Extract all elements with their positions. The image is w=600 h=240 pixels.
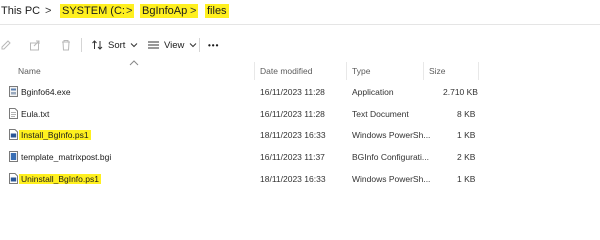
trash-icon xyxy=(62,40,70,51)
sort-icon xyxy=(92,40,103,50)
file-row[interactable]: Install_BgInfo.ps1 18/11/2023 16:33 Wind… xyxy=(0,125,600,145)
column-header-type[interactable]: Type xyxy=(352,66,370,76)
breadcrumb-separator[interactable]: > xyxy=(124,4,135,18)
bgi-file-icon xyxy=(9,151,18,162)
breadcrumb-this-pc[interactable]: This PC xyxy=(1,4,40,18)
breadcrumb-separator[interactable]: > xyxy=(188,4,199,18)
powershell-file-icon xyxy=(9,129,18,140)
file-row[interactable]: Uninstall_BgInfo.ps1 18/11/2023 16:33 Wi… xyxy=(0,169,600,189)
toolbar-separator xyxy=(199,38,200,52)
view-button[interactable]: View xyxy=(147,36,198,54)
column-header-name[interactable]: Name xyxy=(18,66,41,76)
column-divider[interactable] xyxy=(423,62,424,80)
column-header-row: Name Date modified Type Size xyxy=(0,62,600,80)
file-name: Eula.txt xyxy=(21,109,50,119)
rename-icon xyxy=(1,40,11,50)
column-divider[interactable] xyxy=(478,62,479,80)
sort-button[interactable]: Sort xyxy=(91,36,139,54)
chevron-down-icon xyxy=(131,43,138,48)
toolbar-separator xyxy=(81,38,82,52)
column-header-date-modified[interactable]: Date modified xyxy=(260,66,312,76)
rename-button[interactable] xyxy=(0,36,12,54)
share-button[interactable] xyxy=(29,36,41,54)
exe-icon xyxy=(9,86,18,97)
file-type: Windows PowerSh... xyxy=(352,130,431,140)
breadcrumb-drive[interactable]: SYSTEM (C:) xyxy=(60,4,131,18)
powershell-file-icon xyxy=(9,173,18,184)
file-type: BGInfo Configurati... xyxy=(352,152,430,162)
file-date: 16/11/2023 11:28 xyxy=(260,109,325,119)
file-row[interactable]: Eula.txt 16/11/2023 11:28 Text Document … xyxy=(0,104,600,124)
file-date: 18/11/2023 16:33 xyxy=(260,130,326,140)
column-divider[interactable] xyxy=(254,62,255,80)
toolbar-divider xyxy=(0,24,600,25)
file-size: 1 KB xyxy=(457,130,476,140)
file-date: 18/11/2023 16:33 xyxy=(260,174,326,184)
sort-label: Sort xyxy=(108,39,126,51)
view-icon xyxy=(148,41,159,49)
file-size: 1 KB xyxy=(457,174,476,184)
file-type: Application xyxy=(352,87,394,97)
file-name: Install_BgInfo.ps1 xyxy=(19,130,91,140)
column-header-size[interactable]: Size xyxy=(429,66,446,76)
view-label: View xyxy=(164,39,185,51)
file-type: Text Document xyxy=(352,109,409,119)
file-type: Windows PowerSh... xyxy=(352,174,431,184)
text-file-icon xyxy=(9,108,18,119)
file-size: 8 KB xyxy=(457,109,476,119)
file-name: Bginfo64.exe xyxy=(21,87,71,97)
file-name: Uninstall_BgInfo.ps1 xyxy=(19,174,101,184)
file-row[interactable]: Bginfo64.exe 16/11/2023 11:28 Applicatio… xyxy=(0,82,600,102)
breadcrumb-folder-files[interactable]: files xyxy=(205,4,229,18)
more-options-button[interactable]: ••• xyxy=(208,36,219,54)
file-name: template_matrixpost.bgi xyxy=(21,152,112,162)
chevron-down-icon xyxy=(190,43,197,48)
delete-button[interactable] xyxy=(60,36,72,54)
file-date: 16/11/2023 11:28 xyxy=(260,87,325,97)
file-date: 16/11/2023 11:37 xyxy=(260,152,325,162)
file-size: 2 KB xyxy=(457,152,476,162)
file-row[interactable]: template_matrixpost.bgi 16/11/2023 11:37… xyxy=(0,147,600,167)
column-divider[interactable] xyxy=(346,62,347,80)
breadcrumb-separator[interactable]: > xyxy=(45,4,51,18)
breadcrumb: This PC > SYSTEM (C:) > BgInfoApp > file… xyxy=(0,2,600,22)
share-icon xyxy=(30,40,40,51)
file-size: 2.710 KB xyxy=(443,87,478,97)
